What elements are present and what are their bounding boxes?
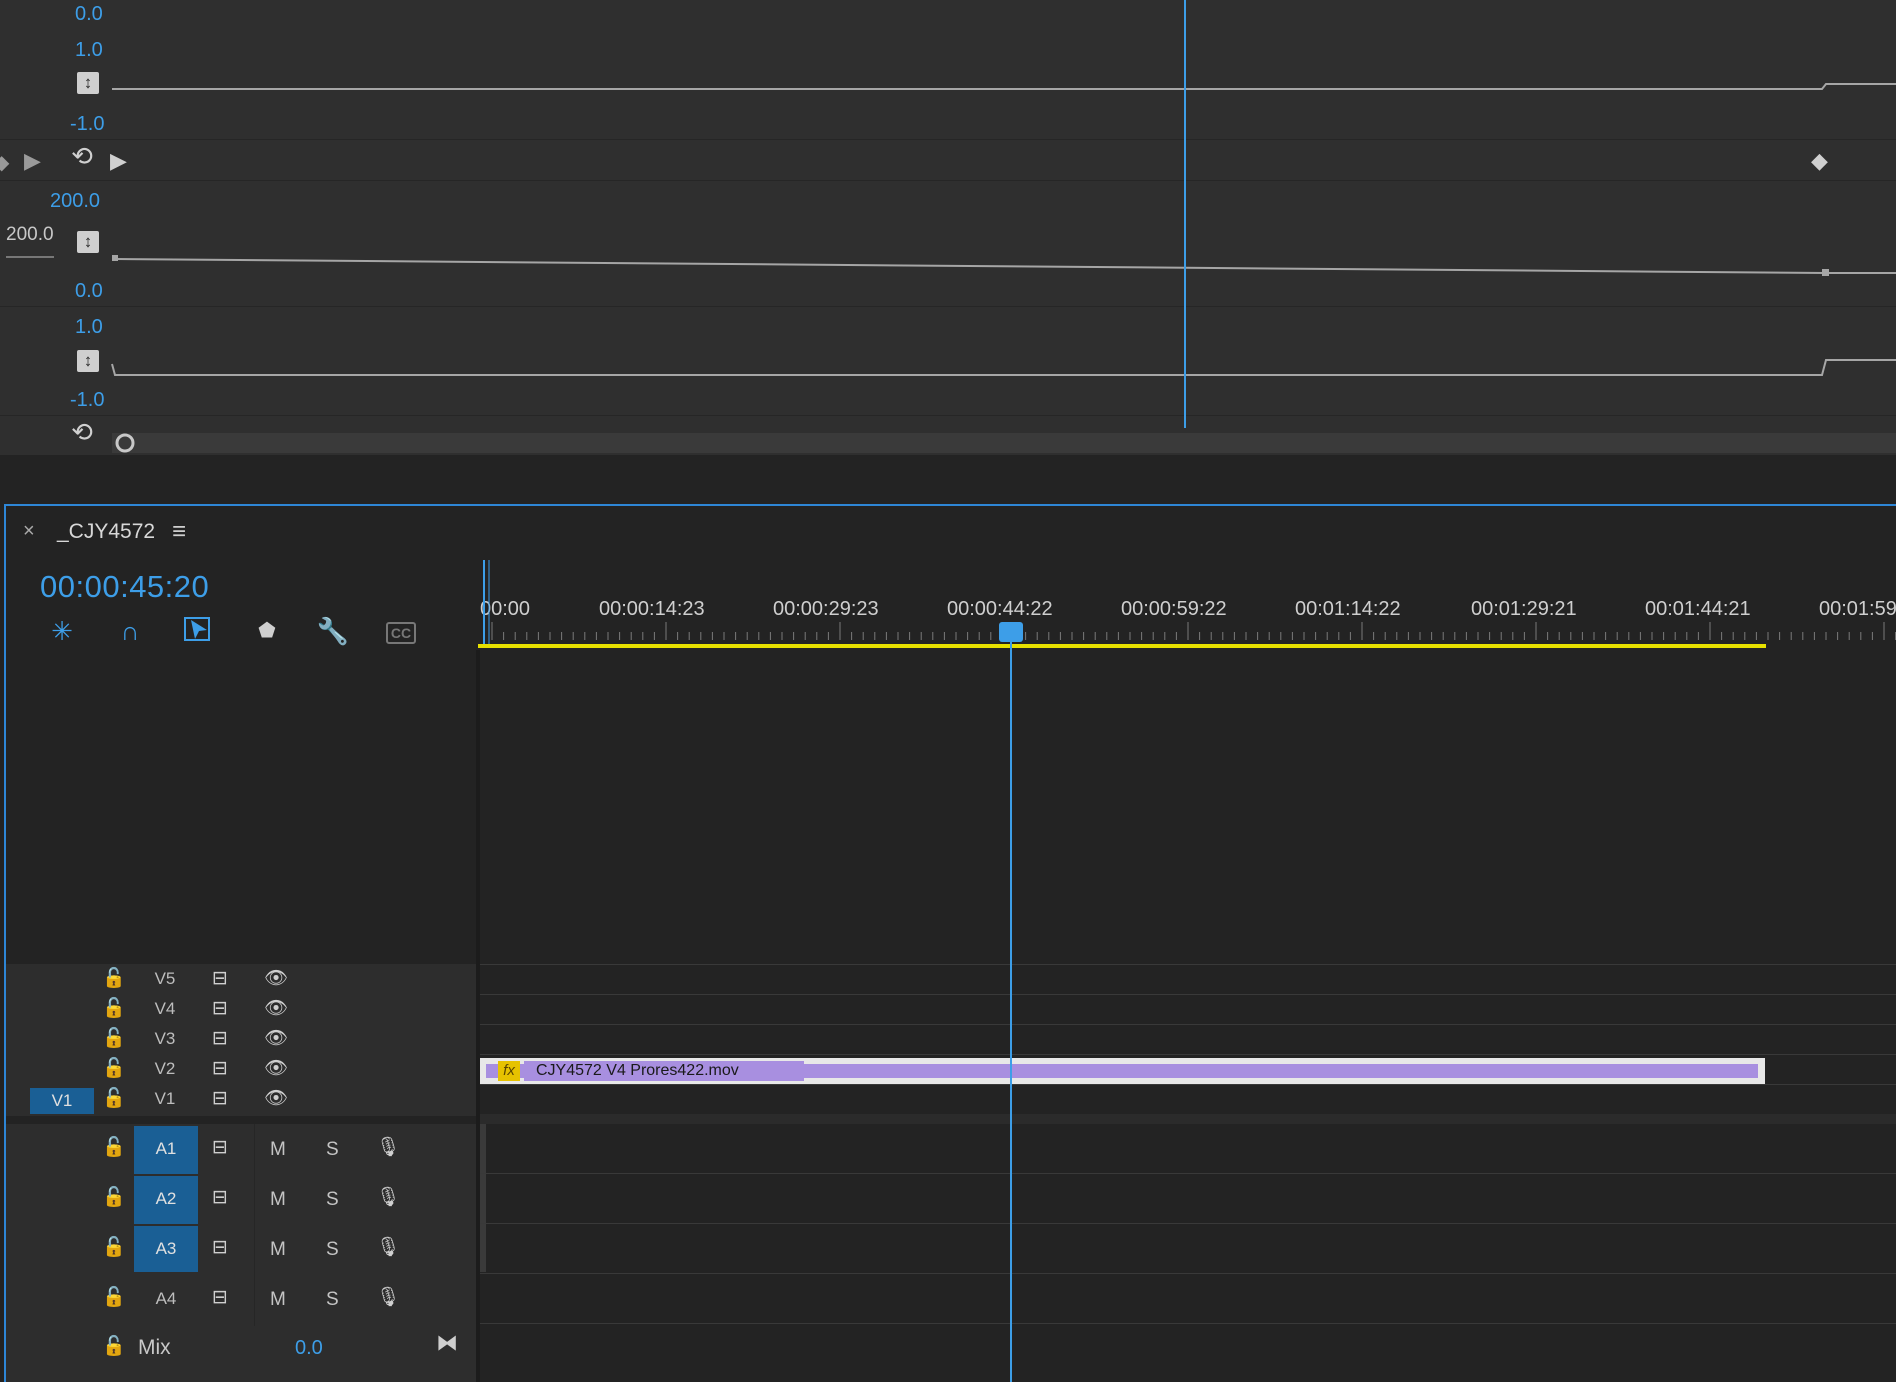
sync-lock-icon[interactable]: ⊟ [212,1186,228,1210]
mute-button[interactable]: M [270,1289,286,1311]
mix-volume-value[interactable]: 0.0 [295,1337,323,1360]
audio-track-headers [6,1124,476,1326]
sync-lock-icon[interactable]: ⊟ [212,1286,228,1310]
playhead-line [1010,640,1012,1382]
work-area-bar [478,644,1766,648]
sync-lock-icon[interactable]: ⊟ [212,1136,228,1160]
track-label-v5[interactable]: V5 [150,969,180,989]
lock-icon[interactable]: 🔓 [102,1186,126,1210]
sync-lock-icon[interactable]: ⊟ [212,967,228,991]
track-label-a1[interactable]: A1 [134,1139,198,1159]
snap-magnet-icon[interactable]: ∩ [113,614,147,648]
lock-icon[interactable]: 🔓 [102,1087,126,1111]
marker-icon[interactable]: ⬟ [250,614,284,648]
lock-icon[interactable]: 🔓 [102,1236,126,1260]
captions-icon[interactable]: CC [384,616,418,650]
lock-icon[interactable]: 🔓 [102,1027,126,1051]
linked-selection-icon[interactable] [181,614,215,648]
microphone-icon[interactable]: 🎙 [376,1136,400,1160]
eye-icon[interactable]: 👁 [264,1027,288,1051]
close-tab-icon[interactable]: × [23,520,35,543]
fx-badge[interactable]: fx [498,1061,520,1081]
mute-button[interactable]: M [270,1239,286,1261]
microphone-icon[interactable]: 🎙 [376,1186,400,1210]
microphone-icon[interactable]: 🎙 [376,1286,400,1310]
go-to-out-icon[interactable]: ⧓ [436,1330,458,1356]
graph-curves [111,0,1896,453]
lock-icon[interactable]: 🔓 [102,997,126,1021]
ruler-ticks [478,560,1896,648]
track-label-a4[interactable]: A4 [134,1289,198,1309]
effect-controls-graph: 0.0 1.0 ↕ -1.0 ◆ ▶ ⟲ ▶ ◆ 200.0 200.0 ↕ 0… [0,0,1896,455]
mute-button[interactable]: M [270,1139,286,1161]
sync-lock-icon[interactable]: ⊟ [212,1236,228,1260]
sync-lock-icon[interactable]: ⊟ [212,1087,228,1111]
eye-icon[interactable]: 👁 [264,1087,288,1111]
mix-label: Mix [138,1336,171,1359]
eye-icon[interactable]: 👁 [264,967,288,991]
track-label-v3[interactable]: V3 [150,1029,180,1049]
panel-menu-icon[interactable]: ≡ [172,518,186,546]
solo-button[interactable]: S [326,1289,339,1311]
mix-track-header [6,1326,476,1382]
solo-button[interactable]: S [326,1239,339,1261]
playhead-handle[interactable] [999,622,1023,642]
solo-button[interactable]: S [326,1139,339,1161]
wrench-icon[interactable]: 🔧 [316,614,350,648]
track-label-v2[interactable]: V2 [150,1059,180,1079]
source-patch-v1[interactable]: V1 [30,1088,94,1114]
lock-icon[interactable]: 🔓 [102,1057,126,1081]
video-clip[interactable]: fx CJY4572 V4 Prores422.mov [480,1058,1765,1084]
lock-icon[interactable]: 🔓 [102,967,126,991]
track-label-v4[interactable]: V4 [150,999,180,1019]
nest-icon[interactable]: ✳ [45,614,79,648]
solo-button[interactable]: S [326,1189,339,1211]
eye-icon[interactable]: 👁 [264,1057,288,1081]
playhead-timecode[interactable]: 00:00:45:20 [40,569,209,605]
clip-name: CJY4572 V4 Prores422.mov [536,1062,739,1079]
track-label-v1[interactable]: V1 [150,1089,180,1109]
sync-lock-icon[interactable]: ⊟ [212,1057,228,1081]
sequence-tab[interactable]: _CJY4572 [57,520,155,544]
eye-icon[interactable]: 👁 [264,997,288,1021]
lock-icon[interactable]: 🔓 [102,1136,126,1160]
sync-lock-icon[interactable]: ⊟ [212,997,228,1021]
track-label-a3[interactable]: A3 [134,1239,198,1259]
microphone-icon[interactable]: 🎙 [376,1236,400,1260]
mute-button[interactable]: M [270,1189,286,1211]
lock-icon[interactable]: 🔓 [102,1286,126,1310]
lock-icon[interactable]: 🔓 [102,1335,126,1359]
sync-lock-icon[interactable]: ⊟ [212,1027,228,1051]
track-label-a2[interactable]: A2 [134,1189,198,1209]
